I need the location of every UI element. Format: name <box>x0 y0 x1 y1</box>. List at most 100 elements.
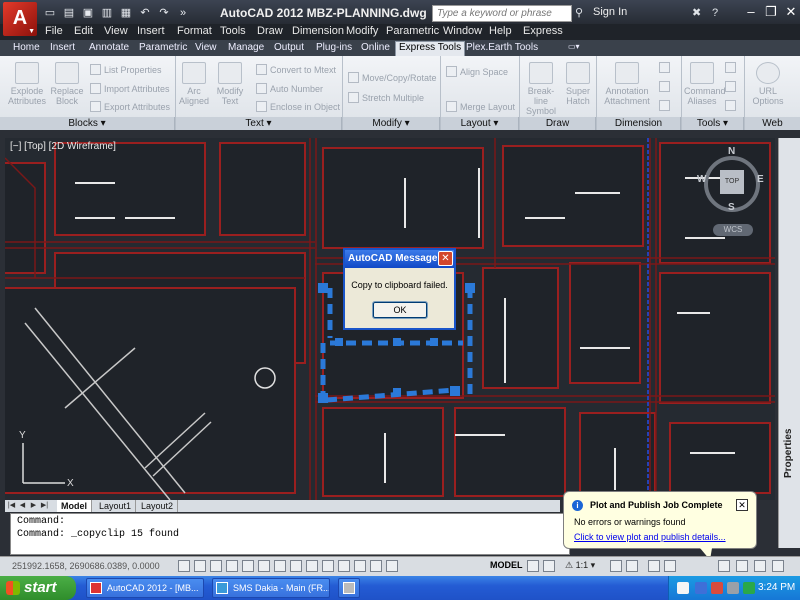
auto-number-button[interactable]: Auto Number <box>256 83 323 94</box>
viewcube[interactable]: TOP N S W E <box>697 146 764 213</box>
wcs-menu[interactable]: WCS <box>713 224 753 236</box>
menu-window[interactable]: Window <box>443 25 482 37</box>
first-layout-icon[interactable]: |◀ <box>7 501 16 511</box>
toolbar-lock-icon[interactable] <box>664 560 676 572</box>
tab-annotate[interactable]: Annotate <box>86 42 132 56</box>
search-input[interactable]: Type a keyword or phrase <box>432 5 572 22</box>
compass-east[interactable]: E <box>757 174 764 185</box>
panel-title-modify[interactable]: Modify ▾ <box>343 117 440 130</box>
network-icon[interactable] <box>727 582 739 594</box>
super-hatch-button[interactable]: Super Hatch <box>561 62 595 106</box>
close-icon[interactable]: ✕ <box>438 251 453 266</box>
save-icon[interactable]: ▣ <box>80 5 96 21</box>
tab-view[interactable]: View <box>192 42 220 56</box>
tab-plug-ins[interactable]: Plug-ins <box>313 42 355 56</box>
menu-parametric[interactable]: Parametric <box>386 25 439 37</box>
url-options-button[interactable]: URL Options <box>748 62 788 106</box>
taskbar-item-sms-dakia[interactable]: SMS Dakia - Main (FR... <box>212 578 330 598</box>
break-line-symbol-button[interactable]: Break-line Symbol <box>522 62 560 116</box>
command-window[interactable]: Command: Command: _copyclip 15 found <box>10 513 570 555</box>
tab-output[interactable]: Output <box>271 42 307 56</box>
help-icon[interactable]: ? <box>712 5 718 22</box>
ok-button[interactable]: OK <box>372 301 428 319</box>
save-as-icon[interactable]: ▥ <box>99 5 115 21</box>
application-menu-button[interactable]: A ▼ <box>3 2 37 36</box>
application-status-icon[interactable] <box>754 560 766 572</box>
annotation-visibility-icon[interactable] <box>610 560 622 572</box>
dynamic-input-icon[interactable] <box>322 560 334 572</box>
workspace-switching-icon[interactable] <box>648 560 660 572</box>
next-layout-icon[interactable]: ▶ <box>29 501 38 511</box>
more-commands-icon[interactable]: » <box>175 5 191 21</box>
sign-in-button[interactable]: Sign In <box>593 6 627 18</box>
close-icon[interactable]: ✕ <box>736 499 748 511</box>
clean-screen-icon[interactable] <box>772 560 784 572</box>
start-button[interactable]: start <box>0 576 76 600</box>
infer-constraints-icon[interactable] <box>178 560 190 572</box>
auto-scale-icon[interactable] <box>626 560 638 572</box>
binoculars-icon[interactable]: ⚲ <box>575 5 583 22</box>
quick-view-layouts-icon[interactable] <box>527 560 539 572</box>
plot-details-link[interactable]: Click to view plot and publish details..… <box>574 532 726 542</box>
compass-west[interactable]: W <box>697 174 706 185</box>
menu-express[interactable]: Express <box>523 25 563 37</box>
merge-layout-button[interactable]: Merge Layout <box>446 101 515 112</box>
menu-dimension[interactable]: Dimension <box>292 25 344 37</box>
minimize-button[interactable]: – <box>740 2 762 22</box>
dynamic-ucs-icon[interactable] <box>306 560 318 572</box>
menu-format[interactable]: Format <box>177 25 212 37</box>
3d-object-snap-icon[interactable] <box>274 560 286 572</box>
align-space-button[interactable]: Align Space <box>446 66 508 77</box>
restore-button[interactable]: ❐ <box>760 2 782 22</box>
new-file-icon[interactable]: ▭ <box>42 5 58 21</box>
menu-insert[interactable]: Insert <box>137 25 165 37</box>
list-properties-button[interactable]: List Properties <box>90 64 162 75</box>
panel-title-dimension[interactable]: Dimension <box>597 117 681 130</box>
command-aliases-button[interactable]: Command Aliases <box>684 62 726 106</box>
compass-north[interactable]: N <box>728 146 735 157</box>
menu-modify[interactable]: Modify <box>346 25 378 37</box>
tools-extra-2-icon[interactable] <box>725 81 739 92</box>
menu-tools[interactable]: Tools <box>220 25 246 37</box>
tab-home[interactable]: Home <box>10 42 43 56</box>
lineweight-icon[interactable] <box>338 560 350 572</box>
menu-edit[interactable]: Edit <box>74 25 93 37</box>
move-copy-rotate-button[interactable]: Move/Copy/Rotate <box>348 72 437 83</box>
quick-view-drawings-icon[interactable] <box>543 560 555 572</box>
annotation-attachment-button[interactable]: Annotation Attachment <box>602 62 652 106</box>
import-attributes-button[interactable]: Import Attributes <box>90 83 170 94</box>
lightbulb-icon[interactable] <box>736 560 748 572</box>
tools-extra-3-icon[interactable] <box>725 100 739 111</box>
undo-icon[interactable]: ↶ <box>137 5 153 21</box>
viewcube-top-face[interactable]: TOP <box>720 170 744 194</box>
explode-attributes-button[interactable]: Explode Attributes <box>8 62 46 106</box>
properties-palette-bar[interactable]: Properties <box>778 138 800 548</box>
replace-block-button[interactable]: Replace Block <box>48 62 86 106</box>
stretch-multiple-button[interactable]: Stretch Multiple <box>348 92 424 103</box>
annotation-scale[interactable]: ⚠ 1:1 ▾ <box>565 560 595 571</box>
export-attributes-button[interactable]: Export Attributes <box>90 101 170 112</box>
arc-aligned-button[interactable]: Arc Aligned <box>178 62 210 106</box>
modify-text-button[interactable]: Modify Text <box>213 62 247 106</box>
menu-help[interactable]: Help <box>489 25 512 37</box>
coordinate-readout[interactable]: 251992.1658, 2690686.0389, 0.0000 <box>12 561 160 571</box>
panel-title-blocks[interactable]: Blocks ▾ <box>0 117 175 130</box>
prev-layout-icon[interactable]: ◀ <box>18 501 27 511</box>
convert-to-mtext-button[interactable]: Convert to Mtext <box>256 64 336 75</box>
tab-insert[interactable]: Insert <box>47 42 78 56</box>
taskbar-item-minimized[interactable] <box>338 578 360 598</box>
command-input[interactable] <box>17 542 563 555</box>
grid-display-icon[interactable] <box>210 560 222 572</box>
navigation-icon[interactable] <box>711 582 723 594</box>
menu-file[interactable]: File <box>45 25 63 37</box>
tab-layout1[interactable]: Layout1 <box>95 500 137 512</box>
plot-publish-tray-icon[interactable] <box>718 560 730 572</box>
ortho-mode-icon[interactable] <box>226 560 238 572</box>
volume-icon[interactable] <box>743 582 755 594</box>
panel-title-layout[interactable]: Layout ▾ <box>441 117 519 130</box>
snap-mode-icon[interactable] <box>194 560 206 572</box>
menu-draw[interactable]: Draw <box>257 25 283 37</box>
object-snap-tracking-icon[interactable] <box>290 560 302 572</box>
compass-south[interactable]: S <box>728 202 735 213</box>
tab-manage[interactable]: Manage <box>225 42 267 56</box>
